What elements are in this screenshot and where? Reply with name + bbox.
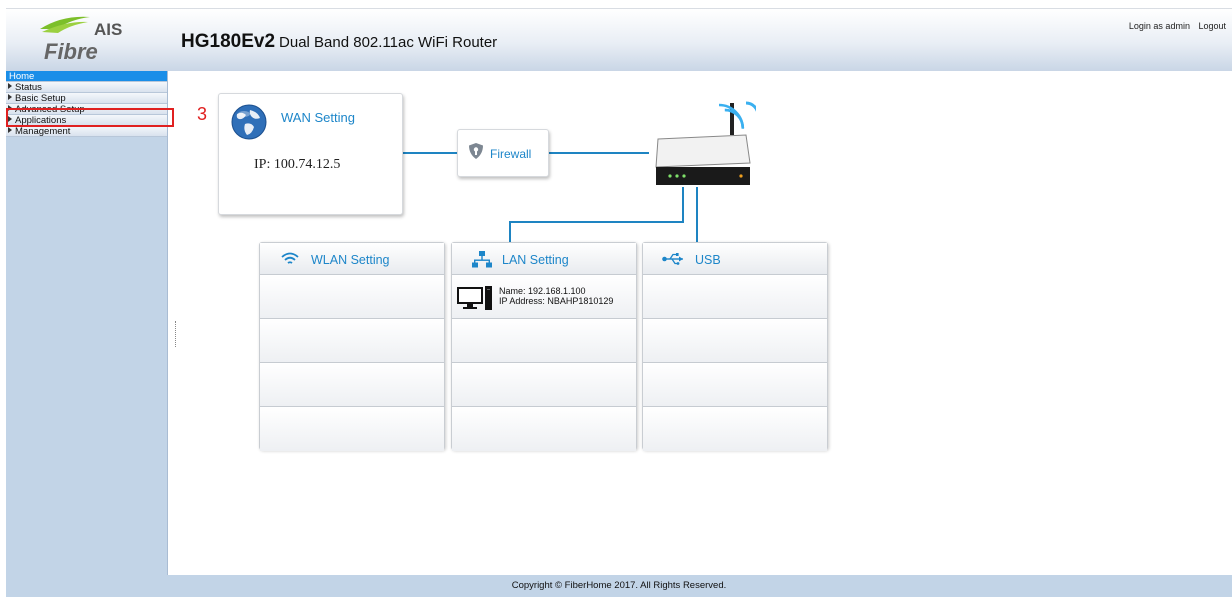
page-title: HG180Ev2 Dual Band 802.11ac WiFi Router [181,31,497,53]
model-subtitle: Dual Band 802.11ac WiFi Router [279,34,498,51]
lan-device-ip: IP Address: NBAHP1810129 [499,296,614,306]
expand-arrow-icon [8,83,12,89]
connector-lan-drop [509,221,511,243]
usb-slot [643,275,827,319]
lan-setting-header[interactable]: LAN Setting [452,243,636,275]
sidebar-item-status[interactable]: Status [6,82,167,93]
svg-text:AIS: AIS [94,20,122,39]
sidebar-item-label: Basic Setup [15,93,66,104]
lan-setting-panel: LAN Setting Name: 192.168.1.100 IP Addre… [451,242,637,451]
sidebar-menu: Home Status Basic Setup Advanced Setup A… [6,71,168,575]
usb-header[interactable]: USB [643,243,827,275]
firewall-card[interactable]: Firewall [457,129,549,177]
lan-device-row[interactable]: Name: 192.168.1.100 IP Address: NBAHP181… [452,275,636,319]
wlan-setting-panel: WLAN Setting [259,242,445,451]
wifi-icon [281,252,299,264]
wan-setting-card[interactable]: WAN Setting IP: 100.74.12.5 [218,93,403,215]
router-admin-page: AIS Fibre HG180Ev2 Dual Band 802.11ac WiF… [6,8,1232,597]
computer-icon [457,286,492,310]
wlan-setting-header[interactable]: WLAN Setting [260,243,444,275]
copyright-text: Copyright © FiberHome 2017. All Rights R… [511,580,727,591]
network-icon [472,251,492,268]
logout-link[interactable]: Logout [1198,21,1226,31]
usb-title[interactable]: USB [695,253,721,267]
lan-slot [452,363,636,407]
wan-ip-address: IP: 100.74.12.5 [254,157,341,172]
sidebar-splitter-handle[interactable] [175,321,177,347]
usb-icon [662,253,683,265]
annotation-step-number: 3 [197,104,208,124]
wlan-setting-title[interactable]: WLAN Setting [311,253,390,267]
sidebar-item-basic-setup[interactable]: Basic Setup [6,93,167,104]
top-nav: Login as admin Logout [1123,21,1226,31]
connector-firewall-router [549,152,649,154]
expand-arrow-icon [8,127,12,133]
svg-text:Fibre: Fibre [44,39,98,64]
sidebar-item-management[interactable]: Management [6,126,167,137]
lan-slot [452,319,636,363]
sidebar-item-home[interactable]: Home [6,71,167,82]
header-bar: AIS Fibre HG180Ev2 Dual Band 802.11ac WiF… [6,9,1232,71]
lan-slot [452,407,636,451]
globe-icon [231,104,267,140]
wlan-slot [260,319,444,363]
sidebar-item-label: Management [15,126,71,137]
usb-slot [643,319,827,363]
expand-arrow-icon [8,94,12,100]
usb-panel: USB [642,242,828,451]
connector-router-to-lan [511,221,684,223]
sidebar-item-label: Status [15,82,42,93]
wan-setting-title[interactable]: WAN Setting [281,110,355,125]
footer-bar: Copyright © FiberHome 2017. All Rights R… [6,575,1232,597]
sidebar-item-label: Home [9,71,35,82]
lan-setting-title[interactable]: LAN Setting [502,253,569,267]
wlan-slot [260,407,444,451]
connector-router-down-left [682,187,684,223]
ais-fibre-logo: AIS Fibre [40,16,122,64]
firewall-label[interactable]: Firewall [490,147,531,161]
model-name: HG180Ev2 [181,31,276,52]
usb-slot [643,363,827,407]
lan-device-info: Name: 192.168.1.100 IP Address: NBAHP181… [499,286,613,306]
wlan-slot [260,363,444,407]
usb-slot [643,407,827,451]
connector-wan-firewall [403,152,457,154]
shield-icon [469,143,483,159]
router-icon [655,101,756,185]
connector-router-down-right [696,187,698,242]
login-status-link[interactable]: Login as admin [1129,21,1190,31]
lan-device-name: Name: 192.168.1.100 [499,286,586,296]
wlan-slot [260,275,444,319]
annotation-highlight-box [6,108,174,127]
